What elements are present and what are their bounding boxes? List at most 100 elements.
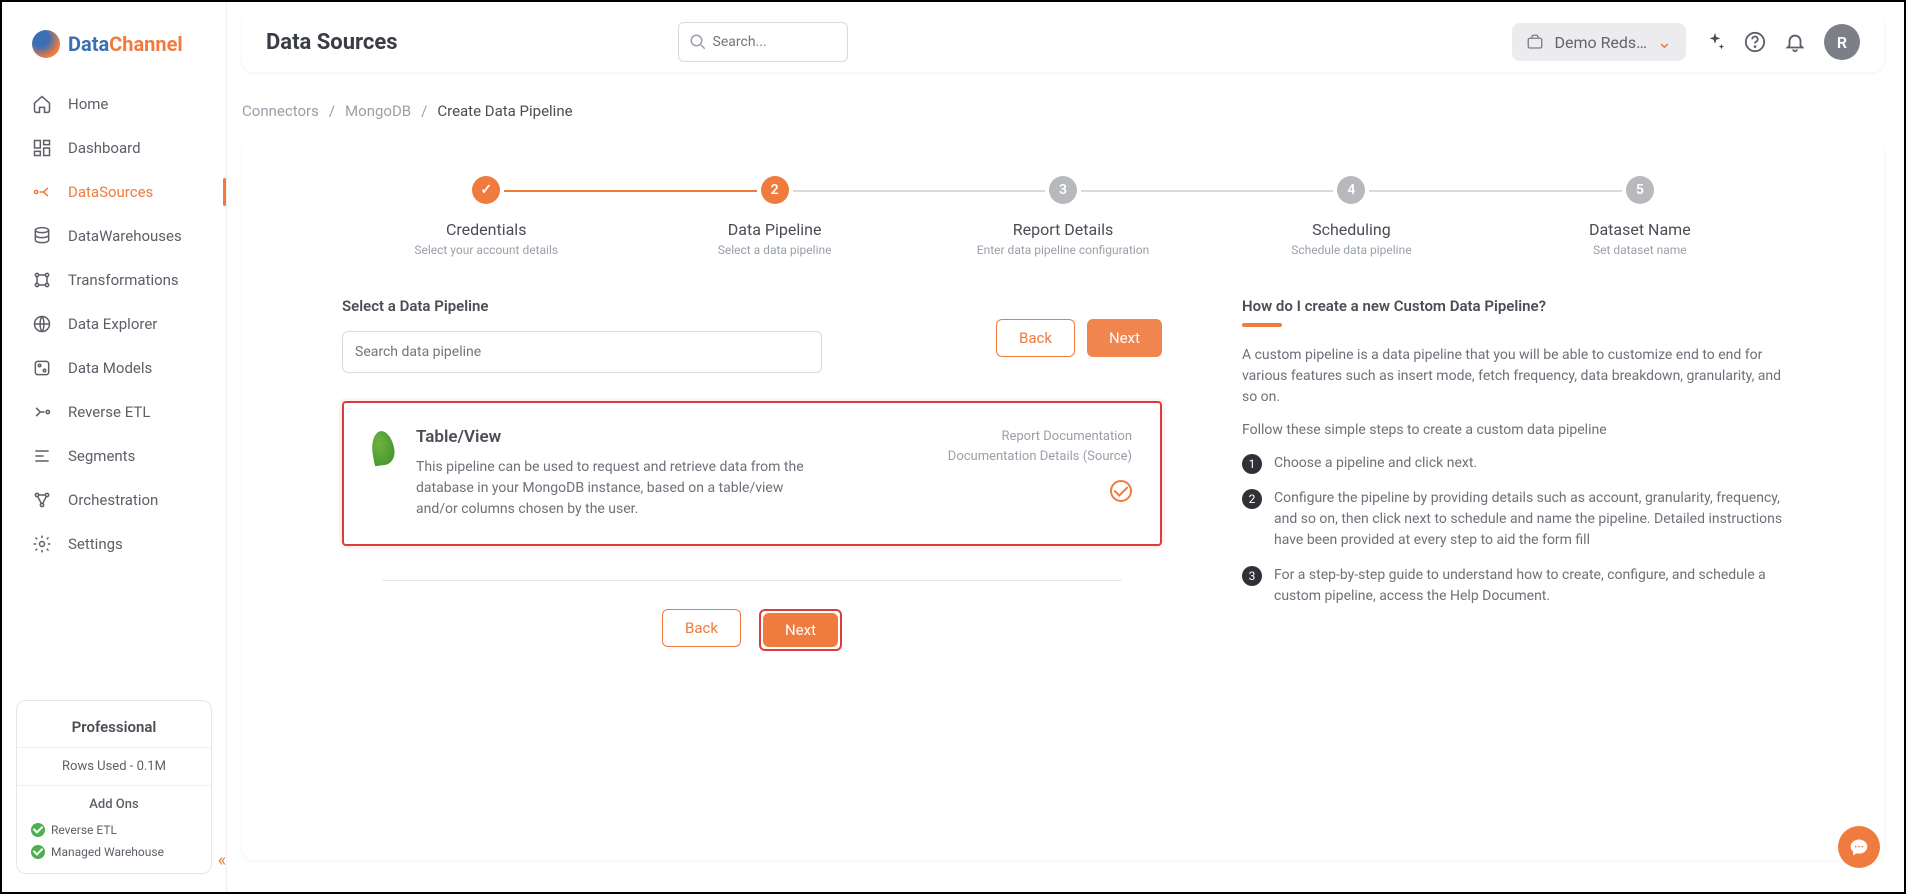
search-input[interactable]: [713, 34, 837, 50]
breadcrumb-connectors[interactable]: Connectors: [242, 102, 319, 120]
help-column: How do I create a new Custom Data Pipeli…: [1242, 297, 1784, 651]
sidebar-item-label: Data Explorer: [68, 315, 157, 333]
back-button-bottom[interactable]: Back: [662, 609, 741, 647]
main-panel: ✓ Credentials Select your account detail…: [242, 140, 1884, 860]
step-number-badge: 3: [1242, 566, 1262, 586]
briefcase-icon: [1526, 33, 1544, 51]
avatar-letter: R: [1837, 33, 1847, 52]
sidebar-collapse-button[interactable]: «: [210, 848, 234, 872]
next-button-highlight: Next: [759, 609, 842, 651]
sidebar-item-datamodels[interactable]: Data Models: [2, 346, 226, 390]
addon-label: Managed Warehouse: [51, 845, 164, 859]
sidebar-item-orchestration[interactable]: Orchestration: [2, 478, 226, 522]
sidebar-item-label: Settings: [68, 535, 123, 553]
step-title: Dataset Name: [1496, 220, 1784, 239]
topbar: Data Sources Demo Reds… ⌄ R: [242, 12, 1884, 72]
help-underline: [1242, 323, 1282, 327]
next-button-top[interactable]: Next: [1087, 319, 1162, 357]
help-step-text: Choose a pipeline and click next.: [1274, 453, 1477, 474]
segments-icon: [32, 446, 52, 466]
step-report-details[interactable]: 3 Report Details Enter data pipeline con…: [919, 176, 1207, 257]
step-title: Report Details: [919, 220, 1207, 239]
sidebar: DataChannel Home Dashboard DataSources D…: [2, 2, 227, 892]
pipeline-selection-column: Select a Data Pipeline Back Next Table/V…: [342, 297, 1162, 651]
help-icon: [1744, 31, 1766, 53]
pipeline-search-input[interactable]: [342, 331, 822, 373]
sidebar-item-reverseetl[interactable]: Reverse ETL: [2, 390, 226, 434]
sidebar-item-label: Dashboard: [68, 139, 141, 157]
notifications-button[interactable]: [1784, 31, 1806, 53]
addon-label: Reverse ETL: [51, 823, 117, 837]
sidebar-item-datawarehouses[interactable]: DataWarehouses: [2, 214, 226, 258]
section-title: Select a Data Pipeline: [342, 297, 822, 315]
help-steps-list: 1Choose a pipeline and click next. 2Conf…: [1242, 453, 1784, 607]
step-circle: 2: [761, 176, 789, 204]
help-step-3: 3 For a step-by-step guide to understand …: [1242, 565, 1784, 607]
sidebar-item-dashboard[interactable]: Dashboard: [2, 126, 226, 170]
mongodb-leaf-icon: [370, 430, 397, 467]
step-title: Data Pipeline: [630, 220, 918, 239]
help-step-text: For a step-by-step guide to understand h…: [1274, 565, 1784, 607]
step-subtitle: Select your account details: [342, 243, 630, 257]
sidebar-item-settings[interactable]: Settings: [2, 522, 226, 566]
step-subtitle: Schedule data pipeline: [1207, 243, 1495, 257]
documentation-details-link[interactable]: Documentation Details (Source): [948, 447, 1132, 467]
plan-card: Professional Rows Used - 0.1M Add Ons Re…: [16, 700, 212, 874]
models-icon: [32, 358, 52, 378]
step-scheduling[interactable]: 4 Scheduling Schedule data pipeline: [1207, 176, 1495, 257]
sidebar-item-label: DataSources: [68, 183, 153, 201]
chat-icon: [1849, 837, 1869, 857]
plan-title: Professional: [17, 711, 211, 743]
step-subtitle: Set dataset name: [1496, 243, 1784, 257]
sparkle-button[interactable]: [1704, 31, 1726, 53]
help-button[interactable]: [1744, 31, 1766, 53]
transformations-icon: [32, 270, 52, 290]
step-credentials[interactable]: ✓ Credentials Select your account detail…: [342, 176, 630, 257]
brand-part1: Data: [68, 32, 109, 56]
sidebar-item-transformations[interactable]: Transformations: [2, 258, 226, 302]
step-subtitle: Select a data pipeline: [630, 243, 918, 257]
explorer-icon: [32, 314, 52, 334]
pipeline-description: This pipeline can be used to request and…: [416, 457, 826, 520]
chevron-down-icon: ⌄: [1657, 32, 1672, 53]
search-input-wrap[interactable]: [678, 22, 848, 62]
step-circle: 5: [1626, 176, 1654, 204]
report-documentation-link[interactable]: Report Documentation: [948, 427, 1132, 447]
step-data-pipeline[interactable]: 2 Data Pipeline Select a data pipeline: [630, 176, 918, 257]
step-circle: 4: [1337, 176, 1365, 204]
sidebar-item-segments[interactable]: Segments: [2, 434, 226, 478]
workspace-label: Demo Reds…: [1554, 33, 1646, 52]
breadcrumb-sep: /: [421, 102, 427, 120]
reverseetl-icon: [32, 402, 52, 422]
pipeline-card-table-view[interactable]: Table/View This pipeline can be used to …: [342, 401, 1162, 546]
selected-check-icon: [1110, 480, 1132, 502]
orchestration-icon: [32, 490, 52, 510]
avatar[interactable]: R: [1824, 24, 1860, 60]
breadcrumb: Connectors / MongoDB / Create Data Pipel…: [242, 102, 1884, 120]
brand-part2: Channel: [109, 32, 183, 56]
breadcrumb-mongodb[interactable]: MongoDB: [345, 102, 411, 120]
logo-mark-icon: [32, 30, 60, 58]
addon-reverse-etl: Reverse ETL: [17, 819, 211, 841]
sidebar-item-dataexplorer[interactable]: Data Explorer: [2, 302, 226, 346]
stepper: ✓ Credentials Select your account detail…: [342, 176, 1784, 257]
addon-managed-warehouse: Managed Warehouse: [17, 841, 211, 863]
sidebar-item-home[interactable]: Home: [2, 82, 226, 126]
step-circle: 3: [1049, 176, 1077, 204]
next-button-bottom[interactable]: Next: [763, 613, 838, 647]
check-icon: [31, 845, 45, 859]
back-button-top[interactable]: Back: [996, 319, 1075, 357]
step-title: Credentials: [342, 220, 630, 239]
chat-fab[interactable]: [1838, 826, 1880, 868]
help-intro-1: A custom pipeline is a data pipeline tha…: [1242, 345, 1784, 408]
step-number-badge: 2: [1242, 489, 1262, 509]
sidebar-item-label: DataWarehouses: [68, 227, 182, 245]
brand-logo[interactable]: DataChannel: [2, 20, 226, 82]
help-step-1: 1 Choose a pipeline and click next.: [1242, 453, 1784, 474]
sidebar-item-label: Data Models: [68, 359, 152, 377]
breadcrumb-sep: /: [329, 102, 335, 120]
sidebar-item-datasources[interactable]: DataSources: [2, 170, 226, 214]
workspace-dropdown[interactable]: Demo Reds… ⌄: [1512, 23, 1686, 61]
step-dataset-name[interactable]: 5 Dataset Name Set dataset name: [1496, 176, 1784, 257]
step-number-badge: 1: [1242, 454, 1262, 474]
